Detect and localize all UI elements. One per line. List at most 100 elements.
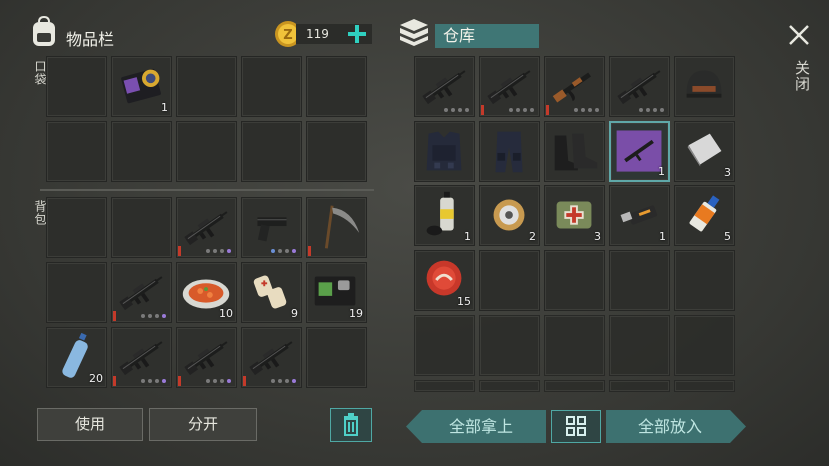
storage-slot-glue[interactable]: 5 — [674, 185, 735, 246]
storage-slot-wire-spool[interactable]: 2 — [479, 185, 540, 246]
storage-slot[interactable] — [479, 380, 540, 392]
svg-text:Z: Z — [283, 28, 292, 43]
attachment-dots — [444, 108, 469, 112]
backpack-slot-rifle[interactable] — [176, 197, 237, 258]
add-coins-button[interactable] — [346, 22, 368, 46]
storage-slot-usb-drive[interactable]: 1 — [609, 185, 670, 246]
backpack-slot[interactable] — [306, 327, 367, 388]
backpack-slot-bandage[interactable]: 9 — [241, 262, 302, 323]
storage-slot[interactable] — [479, 315, 540, 376]
storage-slot[interactable] — [609, 380, 670, 392]
backpack-slot-rifle[interactable] — [111, 262, 172, 323]
storage-slot-body-armor[interactable] — [414, 121, 475, 182]
storage-slot-rifle[interactable] — [479, 56, 540, 117]
attachment-dots — [509, 108, 534, 112]
pocket-slot[interactable] — [241, 121, 302, 182]
pocket-slot-police-badge[interactable]: 1 — [111, 56, 172, 117]
item-quantity: 5 — [724, 230, 731, 243]
backpack-slot-rifle[interactable] — [111, 327, 172, 388]
close-icon — [789, 25, 809, 45]
attachment-dots — [141, 379, 166, 383]
storage-title: 仓库 — [435, 24, 539, 48]
storage-slot-ak-rifle[interactable] — [544, 56, 605, 117]
storage-slot[interactable] — [609, 315, 670, 376]
durability-marker — [178, 376, 181, 386]
tactical-helmet-icon — [686, 70, 722, 98]
backpack-header-icon — [30, 15, 58, 48]
attachment-dots — [141, 314, 166, 318]
durability-marker — [308, 246, 311, 256]
storage-slot-rifle[interactable] — [414, 56, 475, 117]
inventory-title: 物品栏 — [66, 30, 115, 49]
durability-marker — [481, 105, 484, 115]
attachment-dots — [206, 249, 231, 253]
durability-marker — [178, 246, 181, 256]
backpack-slot-scythe[interactable] — [306, 197, 367, 258]
storage-slot-pants[interactable] — [479, 121, 540, 182]
durability-marker — [243, 376, 246, 386]
trash-icon — [344, 413, 358, 436]
storage-slot[interactable] — [544, 315, 605, 376]
pocket-slot[interactable] — [111, 121, 172, 182]
pocket-slot[interactable] — [46, 121, 107, 182]
item-quantity: 10 — [219, 307, 233, 320]
pocket-slot[interactable] — [46, 56, 107, 117]
storage-slot[interactable] — [544, 380, 605, 392]
storage-slot-bottle-cap[interactable]: 15 — [414, 250, 475, 311]
durability-marker — [113, 311, 116, 321]
armored-pants-icon — [495, 131, 523, 173]
storage-slot[interactable] — [544, 250, 605, 311]
backpack-slot[interactable] — [111, 197, 172, 258]
storage-slot-rifle[interactable] — [609, 56, 670, 117]
storage-slot[interactable] — [414, 380, 475, 392]
backpack-slot-pistol[interactable] — [241, 197, 302, 258]
storage-slot[interactable] — [674, 250, 735, 311]
item-quantity: 20 — [89, 372, 103, 385]
backpack-slot-rifle[interactable] — [241, 327, 302, 388]
backpack-slot[interactable] — [46, 197, 107, 258]
pocket-slot[interactable] — [176, 56, 237, 117]
item-quantity: 1 — [658, 165, 665, 178]
storage-slot-medkit[interactable]: 3 — [544, 185, 605, 246]
storage-slot[interactable] — [479, 250, 540, 311]
scythe-icon — [324, 205, 360, 249]
pocket-slot[interactable] — [176, 121, 237, 182]
trash-button[interactable] — [330, 408, 372, 442]
backpack-slot-food[interactable]: 10 — [176, 262, 237, 323]
storage-slot-spray-can[interactable]: 1 — [414, 185, 475, 246]
item-quantity: 2 — [529, 230, 536, 243]
take-all-button[interactable]: 全部拿上 — [406, 410, 546, 443]
split-button[interactable]: 分开 — [149, 408, 257, 441]
put-all-button[interactable]: 全部放入 — [606, 410, 746, 443]
storage-slot-helmet[interactable] — [674, 56, 735, 117]
storage-slot[interactable] — [674, 315, 735, 376]
backpack-slot-water-bottle[interactable]: 20 — [46, 327, 107, 388]
close-label: 关闭 — [793, 60, 811, 92]
section-divider — [40, 189, 374, 191]
attachment-dots — [639, 108, 664, 112]
sort-button[interactable] — [551, 410, 601, 443]
pocket-slot[interactable] — [306, 121, 367, 182]
close-button[interactable]: 关闭 — [786, 22, 812, 102]
storage-slot[interactable] — [674, 380, 735, 392]
backpack-slot-rifle[interactable] — [176, 327, 237, 388]
attachment-dots — [206, 379, 231, 383]
durability-marker — [113, 376, 116, 386]
backpack-slot-wallet[interactable]: 19 — [306, 262, 367, 323]
storage-slot-blueprint[interactable]: 1 — [609, 121, 670, 182]
item-quantity: 3 — [594, 230, 601, 243]
use-button[interactable]: 使用 — [37, 408, 143, 441]
pocket-slot[interactable] — [306, 56, 367, 117]
storage-slot-boots[interactable] — [544, 121, 605, 182]
item-quantity: 15 — [457, 295, 471, 308]
backpack-slot[interactable] — [46, 262, 107, 323]
storage-slot[interactable] — [414, 315, 475, 376]
item-quantity: 1 — [464, 230, 471, 243]
attachment-dots — [271, 249, 296, 253]
pocket-slot[interactable] — [241, 56, 302, 117]
put-all-label: 全部放入 — [637, 417, 702, 436]
storage-slot-metal-sheet[interactable]: 3 — [674, 121, 735, 182]
body-armor-icon — [426, 131, 462, 171]
attachment-dots — [574, 108, 599, 112]
storage-slot[interactable] — [609, 250, 670, 311]
